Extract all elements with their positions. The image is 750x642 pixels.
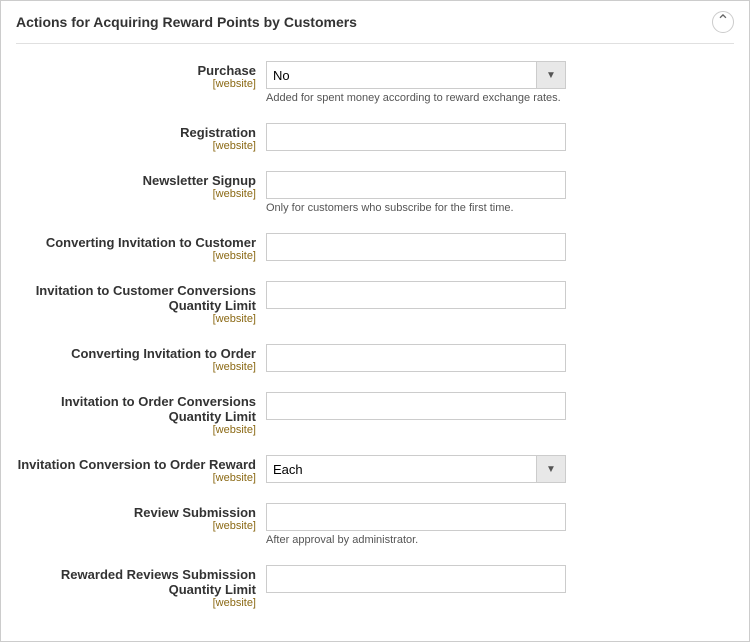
form-control-cell	[266, 120, 734, 151]
form-row: Converting Invitation to Customer[websit…	[16, 226, 734, 266]
form-label-cell: Review Submission[website]	[16, 500, 266, 532]
form-label-cell: Converting Invitation to Customer[websit…	[16, 230, 266, 262]
input-newsletter_signup[interactable]	[266, 171, 566, 199]
form-label-cell: Converting Invitation to Order[website]	[16, 341, 266, 373]
field-label-rewarded_reviews_submission_qty_limit: Rewarded Reviews Submission Quantity Lim…	[16, 567, 256, 597]
field-sublabel-rewarded_reviews_submission_qty_limit: [website]	[16, 597, 256, 609]
form-control-cell: EachFirst	[266, 452, 734, 483]
input-converting_invitation_to_order[interactable]	[266, 344, 566, 372]
select-purchase[interactable]: NoYes	[266, 61, 536, 89]
input-converting_invitation_to_customer[interactable]	[266, 233, 566, 261]
form-control-cell	[266, 389, 734, 420]
form-row: Converting Invitation to Order[website]	[16, 337, 734, 377]
form-row: Newsletter Signup[website]Only for custo…	[16, 164, 734, 218]
form-label-cell: Invitation to Customer Conversions Quant…	[16, 278, 266, 325]
input-rewarded_reviews_submission_qty_limit[interactable]	[266, 565, 566, 593]
page-header: Actions for Acquiring Reward Points by C…	[16, 11, 734, 44]
collapse-button[interactable]: ⌃	[712, 11, 734, 33]
field-hint-purchase: Added for spent money according to rewar…	[266, 92, 734, 104]
form-control-cell	[266, 562, 734, 593]
field-sublabel-registration: [website]	[16, 140, 256, 152]
field-sublabel-converting_invitation_to_order: [website]	[16, 361, 256, 373]
form-label-cell: Purchase[website]	[16, 58, 266, 90]
form-row: Registration[website]	[16, 116, 734, 156]
field-hint-review_submission: After approval by administrator.	[266, 534, 734, 546]
form-label-cell: Newsletter Signup[website]	[16, 168, 266, 200]
form-row: Invitation to Order Conversions Quantity…	[16, 385, 734, 440]
field-label-converting_invitation_to_order: Converting Invitation to Order	[16, 346, 256, 361]
field-sublabel-purchase: [website]	[16, 78, 256, 90]
input-registration[interactable]	[266, 123, 566, 151]
select-arrow-purchase[interactable]	[536, 61, 566, 89]
field-sublabel-review_submission: [website]	[16, 520, 256, 532]
input-invitation_order_conversions_qty_limit[interactable]	[266, 392, 566, 420]
form-row: Purchase[website]NoYesAdded for spent mo…	[16, 54, 734, 108]
form-label-cell: Invitation to Order Conversions Quantity…	[16, 389, 266, 436]
form-control-cell	[266, 341, 734, 372]
field-label-invitation_order_conversions_qty_limit: Invitation to Order Conversions Quantity…	[16, 394, 256, 424]
input-invitation_customer_conversions_qty_limit[interactable]	[266, 281, 566, 309]
field-sublabel-invitation_order_conversions_qty_limit: [website]	[16, 424, 256, 436]
form-row: Rewarded Reviews Submission Quantity Lim…	[16, 558, 734, 613]
select-invitation_conversion_to_order_reward[interactable]: EachFirst	[266, 455, 536, 483]
field-sublabel-invitation_conversion_to_order_reward: [website]	[16, 472, 256, 484]
select-wrapper-invitation_conversion_to_order_reward: EachFirst	[266, 455, 566, 483]
field-sublabel-invitation_customer_conversions_qty_limit: [website]	[16, 313, 256, 325]
form-label-cell: Invitation Conversion to Order Reward[we…	[16, 452, 266, 484]
field-label-review_submission: Review Submission	[16, 505, 256, 520]
page-title: Actions for Acquiring Reward Points by C…	[16, 14, 357, 30]
field-label-newsletter_signup: Newsletter Signup	[16, 173, 256, 188]
form-control-cell: Only for customers who subscribe for the…	[266, 168, 734, 214]
field-label-invitation_conversion_to_order_reward: Invitation Conversion to Order Reward	[16, 457, 256, 472]
field-label-purchase: Purchase	[16, 63, 256, 78]
field-sublabel-converting_invitation_to_customer: [website]	[16, 250, 256, 262]
input-review_submission[interactable]	[266, 503, 566, 531]
select-wrapper-purchase: NoYes	[266, 61, 566, 89]
form-control-cell: NoYes Added for spent money according to …	[266, 58, 734, 104]
form-row: Invitation Conversion to Order Reward[we…	[16, 448, 734, 488]
field-hint-newsletter_signup: Only for customers who subscribe for the…	[266, 202, 734, 214]
form-row: Invitation to Customer Conversions Quant…	[16, 274, 734, 329]
form-control-cell	[266, 230, 734, 261]
form-control-cell: After approval by administrator.	[266, 500, 734, 546]
form-label-cell: Rewarded Reviews Submission Quantity Lim…	[16, 562, 266, 609]
form-label-cell: Registration[website]	[16, 120, 266, 152]
field-label-invitation_customer_conversions_qty_limit: Invitation to Customer Conversions Quant…	[16, 283, 256, 313]
form-control-cell	[266, 278, 734, 309]
field-label-converting_invitation_to_customer: Converting Invitation to Customer	[16, 235, 256, 250]
form-table: Purchase[website]NoYesAdded for spent mo…	[16, 54, 734, 613]
select-arrow-invitation_conversion_to_order_reward[interactable]	[536, 455, 566, 483]
page-container: Actions for Acquiring Reward Points by C…	[0, 0, 750, 642]
form-row: Review Submission[website]After approval…	[16, 496, 734, 550]
field-label-registration: Registration	[16, 125, 256, 140]
field-sublabel-newsletter_signup: [website]	[16, 188, 256, 200]
